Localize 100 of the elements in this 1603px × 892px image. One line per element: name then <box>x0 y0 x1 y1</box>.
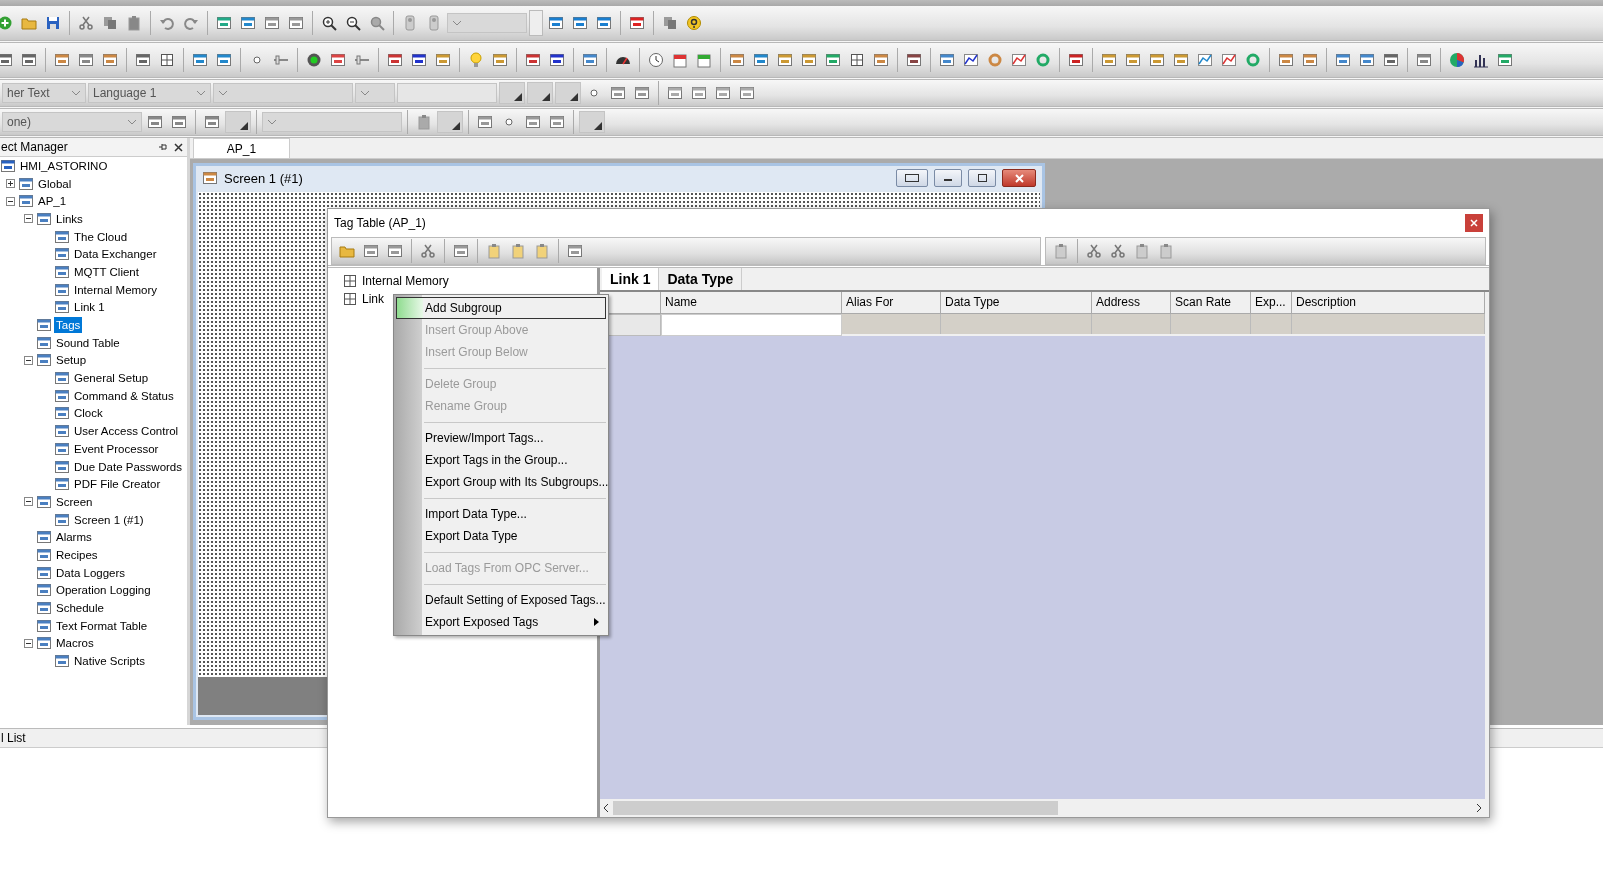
dropdown-field[interactable] <box>213 83 353 103</box>
dropdown-button[interactable] <box>437 111 463 133</box>
paste-icon[interactable] <box>1053 243 1069 259</box>
window-icon[interactable] <box>1335 52 1351 68</box>
tree-item[interactable]: Tags <box>54 317 83 334</box>
tree-item[interactable]: Command & Status <box>72 387 176 404</box>
collapse-icon[interactable] <box>23 214 33 224</box>
scroll-left-icon[interactable] <box>603 804 609 812</box>
graph-icon[interactable] <box>1221 52 1237 68</box>
window-icon[interactable] <box>634 85 650 101</box>
collapse-icon[interactable] <box>23 638 33 648</box>
chevron-down-icon[interactable] <box>267 119 277 125</box>
grid-icon[interactable] <box>849 52 865 68</box>
ring-icon[interactable] <box>1035 52 1051 68</box>
cut-icon[interactable] <box>420 243 436 259</box>
restore-button[interactable] <box>896 169 928 187</box>
tree-item[interactable]: Screen 1 (#1) <box>72 511 146 528</box>
grid-icon[interactable] <box>159 52 175 68</box>
window-icon[interactable] <box>1302 52 1318 68</box>
window-icon[interactable] <box>691 85 707 101</box>
bar-chart-icon[interactable] <box>1473 52 1489 68</box>
paste-icon[interactable] <box>126 15 142 31</box>
tree-item[interactable]: MQTT Client <box>72 263 141 280</box>
paste-icon[interactable] <box>510 243 526 259</box>
tree-item[interactable]: Data Exchanger <box>72 246 159 263</box>
tree-item[interactable]: HMI_ASTORINO <box>18 157 110 174</box>
window-icon[interactable] <box>264 15 280 31</box>
graph-icon[interactable] <box>1197 52 1213 68</box>
bulb-icon[interactable] <box>468 52 484 68</box>
window-icon[interactable] <box>596 15 612 31</box>
tree-item[interactable]: Clock <box>72 405 105 422</box>
tree-item[interactable]: Links <box>54 210 85 227</box>
dropdown-field[interactable] <box>355 83 395 103</box>
tree-item[interactable]: Internal Memory <box>72 281 160 298</box>
window-icon[interactable] <box>906 52 922 68</box>
switch-icon[interactable] <box>402 15 418 31</box>
clock-icon[interactable] <box>648 52 664 68</box>
menu-item[interactable]: Default Setting of Exposed Tags... <box>396 589 606 611</box>
minimize-button[interactable] <box>934 169 962 187</box>
window-icon[interactable] <box>567 243 583 259</box>
tree-item[interactable]: Screen <box>54 493 95 510</box>
chevron-down-icon[interactable] <box>218 90 228 96</box>
copy-icon[interactable] <box>662 15 678 31</box>
collapse-icon[interactable] <box>23 355 33 365</box>
dropdown-field[interactable]: one) <box>2 112 142 132</box>
input-field[interactable] <box>397 83 497 103</box>
window-icon[interactable] <box>387 243 403 259</box>
window-icon[interactable] <box>667 85 683 101</box>
cut-icon[interactable] <box>1110 243 1126 259</box>
window-icon[interactable] <box>240 15 256 31</box>
collapse-icon[interactable] <box>23 497 33 507</box>
graph-icon[interactable] <box>1011 52 1027 68</box>
scroll-right-icon[interactable] <box>1476 804 1482 812</box>
paste-icon[interactable] <box>1158 243 1174 259</box>
chevron-down-icon[interactable] <box>196 90 206 96</box>
close-icon[interactable] <box>174 142 183 152</box>
document-tab[interactable]: AP_1 <box>193 138 290 158</box>
window-icon[interactable] <box>572 15 588 31</box>
tree-item[interactable]: Schedule <box>54 600 106 617</box>
window-icon[interactable] <box>21 52 37 68</box>
tree-item[interactable]: Text Format Table <box>54 617 150 634</box>
menu-item[interactable]: Preview/Import Tags... <box>396 427 606 449</box>
tree-item[interactable]: The Cloud <box>72 228 130 245</box>
magnifier-icon[interactable] <box>369 15 385 31</box>
pin-icon[interactable] <box>158 142 168 152</box>
column-header[interactable]: Alias For <box>842 292 941 314</box>
menu-item[interactable]: Import Data Type... <box>396 503 606 525</box>
tree-item[interactable]: Event Processor <box>72 440 161 457</box>
tree-item[interactable]: Link <box>362 291 384 306</box>
tree-item[interactable]: Sound Table <box>54 334 122 351</box>
menu-item[interactable]: Export Exposed Tags <box>396 611 606 633</box>
window-icon[interactable] <box>216 52 232 68</box>
paste-icon[interactable] <box>486 243 502 259</box>
window-icon[interactable] <box>1068 52 1084 68</box>
dropdown-button[interactable] <box>555 82 581 104</box>
window-icon[interactable] <box>171 114 187 130</box>
tree-item[interactable]: AP_1 <box>36 193 69 210</box>
window-icon[interactable] <box>1383 52 1399 68</box>
redo-icon[interactable] <box>183 15 199 31</box>
expand-icon[interactable] <box>5 179 15 189</box>
window-icon[interactable] <box>192 52 208 68</box>
undo-icon[interactable] <box>159 15 175 31</box>
menu-item[interactable]: Add Subgroup <box>396 297 606 319</box>
window-icon[interactable] <box>582 52 598 68</box>
column-header[interactable]: Data Type <box>941 292 1092 314</box>
window-icon[interactable] <box>610 85 626 101</box>
ring-icon[interactable] <box>987 52 1003 68</box>
window-icon[interactable] <box>825 52 841 68</box>
window-icon[interactable] <box>0 52 13 68</box>
column-header[interactable]: Name <box>661 292 842 314</box>
column-header[interactable]: Address <box>1092 292 1171 314</box>
window-icon[interactable] <box>492 52 508 68</box>
window-icon[interactable] <box>873 52 889 68</box>
window-icon[interactable] <box>330 52 346 68</box>
window-icon[interactable] <box>1149 52 1165 68</box>
window-icon[interactable] <box>135 52 151 68</box>
led-icon[interactable] <box>306 52 322 68</box>
save-icon[interactable] <box>45 15 61 31</box>
column-header[interactable]: Description <box>1292 292 1485 314</box>
window-icon[interactable] <box>1101 52 1117 68</box>
